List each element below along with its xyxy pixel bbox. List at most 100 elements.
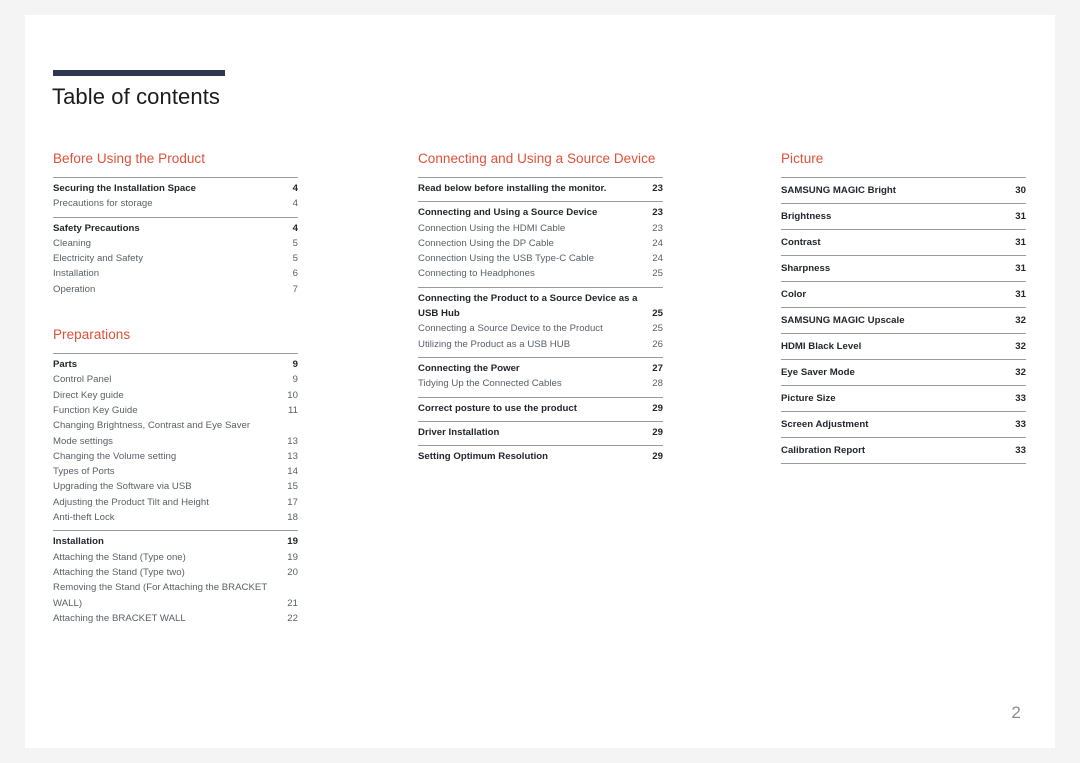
toc-entry-page-number: 32 <box>1015 367 1026 378</box>
toc-entry[interactable]: Direct Key guide 10 <box>53 388 298 403</box>
toc-entry[interactable]: Control Panel 9 <box>53 372 298 387</box>
toc-entry[interactable]: Installation 19 <box>53 534 298 549</box>
toc-entry[interactable]: Connecting to Headphones 25 <box>418 266 663 281</box>
toc-entry[interactable]: SAMSUNG MAGIC Bright 30 <box>781 182 1026 199</box>
toc-entry[interactable]: SAMSUNG MAGIC Upscale 32 <box>781 312 1026 329</box>
toc-entry[interactable]: Brightness 31 <box>781 208 1026 225</box>
toc-entry-page-number: 24 <box>652 237 663 249</box>
toc-entry-label: Color <box>781 289 807 300</box>
toc-entry[interactable]: Connecting and Using a Source Device 23 <box>418 205 663 220</box>
toc-entry[interactable]: Connection Using the DP Cable 24 <box>418 236 663 251</box>
toc-column-right: Picture SAMSUNG MAGIC Bright 30 Brightness 3… <box>781 150 1026 464</box>
toc-entry[interactable]: Changing the Volume setting 13 <box>53 449 298 464</box>
toc-entry-label: Picture Size <box>781 393 836 404</box>
toc-entry-label: Securing the Installation Space <box>53 183 196 194</box>
toc-entry-label: Attaching the Stand (Type two) <box>53 566 185 578</box>
toc-entry[interactable]: Screen Adjustment 33 <box>781 416 1026 433</box>
toc-entry-label: Connecting a Source Device to the Produc… <box>418 323 603 335</box>
toc-entry[interactable]: Utilizing the Product as a USB HUB 26 <box>418 337 663 352</box>
toc-section-heading: Preparations <box>53 327 131 343</box>
toc-entry-label: Changing the Volume setting <box>53 450 177 462</box>
toc-group: SAMSUNG MAGIC Bright 30 <box>781 177 1026 203</box>
toc-entry-page-number: 20 <box>287 566 298 578</box>
toc-entry-label: Function Key Guide <box>53 404 138 416</box>
toc-entry[interactable]: Color 31 <box>781 286 1026 303</box>
toc-group: Sharpness 31 <box>781 255 1026 281</box>
toc-entry[interactable]: Removing the Stand (For Attaching the BR… <box>53 580 298 611</box>
toc-entry-label: Utilizing the Product as a USB HUB <box>418 338 571 350</box>
toc-entry-label: Correct posture to use the product <box>418 402 577 414</box>
toc-group: Connecting and Using a Source Device 23 Co… <box>418 201 663 284</box>
toc-entry[interactable]: Correct posture to use the product 29 <box>418 401 663 416</box>
toc-entry[interactable]: Attaching the Stand (Type two) 20 <box>53 565 298 580</box>
toc-entry[interactable]: Operation 7 <box>53 282 298 297</box>
toc-entry-label: Read below before installing the monitor… <box>418 183 607 194</box>
toc-entry[interactable]: Cleaning 5 <box>53 236 298 251</box>
toc-entry-page-number: 25 <box>652 323 663 335</box>
toc-entry-label: Removing the Stand (For Attaching the BR… <box>53 582 268 609</box>
toc-group: Brightness 31 <box>781 203 1026 229</box>
toc-entry-label: Safety Precautions <box>53 222 140 234</box>
toc-entry-page-number: 29 <box>652 402 663 414</box>
toc-entry[interactable]: Eye Saver Mode 32 <box>781 364 1026 381</box>
toc-entry-page-number: 11 <box>288 404 298 416</box>
toc-entry[interactable]: Installation 6 <box>53 266 298 281</box>
toc-entry[interactable]: Connecting a Source Device to the Produc… <box>418 321 663 336</box>
toc-entry-label: Connection Using the USB Type-C Cable <box>418 253 595 265</box>
toc-entry[interactable]: Connection Using the HDMI Cable 23 <box>418 221 663 236</box>
toc-entry-label: Calibration Report <box>781 445 866 456</box>
toc-entry[interactable]: HDMI Black Level 32 <box>781 338 1026 355</box>
toc-entry[interactable]: Setting Optimum Resolution 29 <box>418 449 663 464</box>
toc-entry[interactable]: Picture Size 33 <box>781 390 1026 407</box>
toc-entry-page-number: 18 <box>287 512 298 524</box>
toc-entry[interactable]: Securing the Installation Space 4 <box>53 181 298 196</box>
toc-entry[interactable]: Tidying Up the Connected Cables 28 <box>418 376 663 391</box>
toc-entry-page-number: 9 <box>292 374 298 386</box>
toc-entry[interactable]: Contrast 31 <box>781 234 1026 251</box>
toc-entry[interactable]: Attaching the Stand (Type one) 19 <box>53 550 298 565</box>
toc-entry[interactable]: Anti-theft Lock 18 <box>53 510 298 525</box>
toc-entry-page-number: 4 <box>292 198 298 210</box>
toc-entry[interactable]: Sharpness 31 <box>781 260 1026 277</box>
toc-entry-page-number: 5 <box>292 253 298 265</box>
toc-entry-label: Connection Using the DP Cable <box>418 237 554 249</box>
toc-entry-page-number: 33 <box>1015 445 1026 456</box>
toc-entry[interactable]: Calibration Report 33 <box>781 442 1026 459</box>
toc-entry[interactable]: Parts 9 <box>53 357 298 372</box>
toc-entry[interactable]: Connection Using the USB Type-C Cable 24 <box>418 251 663 266</box>
toc-entry[interactable]: Connecting the Power 27 <box>418 361 663 376</box>
page-number: 2 <box>1011 703 1021 722</box>
toc-entry-label: Tidying Up the Connected Cables <box>418 378 562 390</box>
toc-group: Picture Size 33 <box>781 385 1026 411</box>
toc-column-left: Before Using the Product Securing the Ins… <box>53 150 298 629</box>
toc-entry-label: Connecting and Using a Source Device <box>418 207 598 219</box>
toc-entry[interactable]: Read below before installing the monitor… <box>418 181 663 196</box>
toc-entry[interactable]: Types of Ports 14 <box>53 464 298 479</box>
toc-entry[interactable]: Attaching the BRACKET WALL 22 <box>53 611 298 626</box>
toc-group: Setting Optimum Resolution 29 <box>418 445 663 467</box>
toc-entry[interactable]: Connecting the Product to a Source Devic… <box>418 291 663 322</box>
toc-entry-label: Contrast <box>781 237 821 248</box>
toc-group: Securing the Installation Space 4 Precauti… <box>53 177 298 215</box>
toc-entry-page-number: 23 <box>652 183 663 194</box>
toc-entry-page-number: 9 <box>292 359 298 371</box>
toc-entry-page-number: 7 <box>292 283 298 295</box>
toc-entry-label: Changing Brightness, Contrast and Eye Sa… <box>53 420 251 447</box>
toc-entry-label: Brightness <box>781 211 832 222</box>
toc-entry[interactable]: Electricity and Safety 5 <box>53 251 298 266</box>
toc-group: Connecting the Product to a Source Devic… <box>418 286 663 355</box>
toc-entry[interactable]: Adjusting the Product Tilt and Height 17 <box>53 495 298 510</box>
toc-entry[interactable]: Precautions for storage 4 <box>53 196 298 211</box>
toc-entry[interactable]: Safety Precautions 4 <box>53 221 298 236</box>
toc-entry[interactable]: Function Key Guide 11 <box>53 403 298 418</box>
toc-entry-page-number: 22 <box>287 612 298 624</box>
toc-entry[interactable]: Upgrading the Software via USB 15 <box>53 479 298 494</box>
toc-entry-label: SAMSUNG MAGIC Bright <box>781 185 896 196</box>
toc-entry-page-number: 33 <box>1015 393 1026 404</box>
toc-entry[interactable]: Changing Brightness, Contrast and Eye Sa… <box>53 418 298 449</box>
toc-entry-page-number: 19 <box>287 536 298 548</box>
toc-entry-page-number: 13 <box>287 450 298 462</box>
toc-entry-label: Types of Ports <box>53 466 115 478</box>
toc-entry[interactable]: Driver Installation 29 <box>418 425 663 440</box>
toc-entry-label: Installation <box>53 536 104 548</box>
